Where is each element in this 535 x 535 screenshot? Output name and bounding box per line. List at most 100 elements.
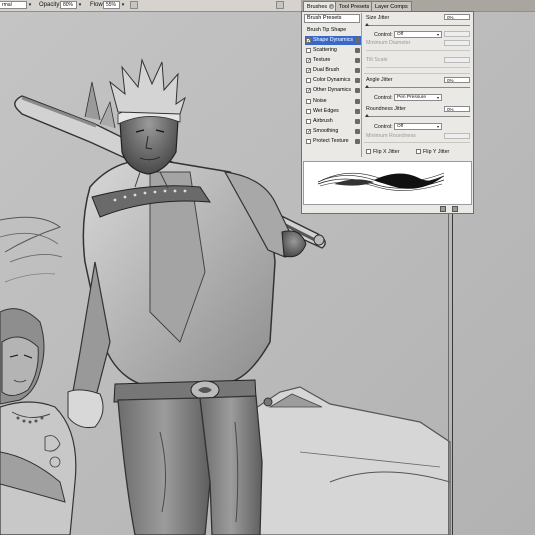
angle-jitter-label: Angle Jitter	[366, 77, 393, 83]
roundness-jitter-slider[interactable]	[366, 116, 470, 117]
trash-icon[interactable]	[452, 206, 458, 212]
lock-icon[interactable]	[355, 109, 360, 114]
option-label: Protect Texture	[313, 138, 349, 144]
angle-jitter-slider[interactable]	[366, 87, 470, 88]
brush-option-list: Brush Presets Brush Tip Shape ✓ Shape Dy…	[303, 13, 362, 157]
chevron-down-icon: ▾	[436, 95, 439, 100]
brush-presets-label: Brush Presets	[307, 15, 342, 21]
new-brush-icon[interactable]	[440, 206, 446, 212]
option-label: Smoothing	[313, 128, 339, 134]
option-protect-texture[interactable]: Protect Texture	[305, 137, 361, 146]
opacity-slider-arrow[interactable]: ▾	[77, 1, 83, 9]
roundness-jitter-slider-knob[interactable]	[365, 114, 369, 117]
size-jitter-label: Size Jitter	[366, 15, 390, 21]
tab-tool-presets[interactable]: Tool Presets	[335, 1, 374, 11]
checkbox-texture[interactable]: ✓	[306, 58, 311, 64]
tab-brushes[interactable]: Brushes x	[303, 1, 339, 11]
brush-tip-shape-item[interactable]: Brush Tip Shape	[305, 26, 361, 35]
flow-slider-arrow[interactable]: ▾	[120, 1, 126, 9]
panel-footer	[302, 205, 473, 213]
option-other-dynamics[interactable]: ✓ Other Dynamics	[305, 86, 361, 95]
divider	[364, 73, 470, 74]
checkbox-noise[interactable]	[306, 99, 311, 104]
tab-layer-comps[interactable]: Layer Comps	[371, 1, 412, 11]
checkbox-smoothing[interactable]: ✓	[306, 129, 311, 135]
option-airbrush[interactable]: Airbrush	[305, 117, 361, 126]
roundness-control-label: Control:	[374, 124, 393, 130]
opacity-field[interactable]: 80%	[60, 1, 77, 9]
size-control-select[interactable]: Off ▾	[394, 31, 442, 38]
checkbox-protect-texture[interactable]	[306, 139, 311, 144]
option-noise[interactable]: Noise	[305, 97, 361, 106]
mode-dropdown-arrow[interactable]: ▾	[27, 1, 33, 9]
flip-y-label: Flip Y Jitter	[423, 149, 450, 155]
airbrush-toggle-icon[interactable]	[130, 1, 138, 9]
chevron-down-icon: ▾	[436, 124, 439, 129]
tab-brushes-label: Brushes	[307, 4, 328, 10]
lock-icon[interactable]	[355, 139, 360, 144]
checkbox-airbrush[interactable]	[306, 119, 311, 124]
flip-y-checkbox[interactable]	[416, 149, 421, 154]
lock-icon[interactable]	[355, 78, 360, 83]
lock-icon[interactable]	[355, 119, 360, 124]
option-texture[interactable]: ✓ Texture	[305, 56, 361, 65]
size-control-label: Control:	[374, 32, 393, 38]
opacity-label: Opacity:	[39, 2, 62, 8]
min-diameter-label: Minimum Diameter	[366, 40, 411, 46]
tab-layer-comps-label: Layer Comps	[375, 4, 408, 10]
brushes-palette-icon[interactable]	[276, 1, 284, 9]
lock-icon[interactable]	[355, 88, 360, 93]
lock-icon[interactable]	[355, 99, 360, 104]
angle-control-value: Pen Pressure	[397, 95, 427, 100]
size-jitter-value: 0%	[447, 15, 454, 20]
flow-field[interactable]: 55%	[103, 1, 120, 9]
size-jitter-slider[interactable]	[366, 25, 470, 26]
flip-x-label: Flip X Jitter	[373, 149, 400, 155]
size-jitter-slider-knob[interactable]	[365, 23, 369, 26]
roundness-control-select[interactable]: Off ▾	[394, 123, 442, 130]
option-color-dynamics[interactable]: Color Dynamics	[305, 76, 361, 85]
lock-icon[interactable]	[355, 38, 360, 43]
flip-x-checkbox[interactable]	[366, 149, 371, 154]
lock-icon[interactable]	[355, 48, 360, 53]
min-roundness-field	[444, 133, 470, 139]
option-label: Other Dynamics	[313, 87, 351, 93]
checkbox-color-dynamics[interactable]	[306, 78, 311, 83]
option-label: Airbrush	[313, 118, 333, 124]
size-jitter-field[interactable]: 0%	[444, 14, 470, 20]
lock-icon[interactable]	[355, 129, 360, 134]
checkbox-shape-dynamics[interactable]: ✓	[306, 38, 311, 44]
option-dual-brush[interactable]: ✓ Dual Brush	[305, 66, 361, 75]
roundness-control-value: Off	[397, 124, 404, 129]
angle-jitter-slider-knob[interactable]	[365, 85, 369, 88]
checkbox-wet-edges[interactable]	[306, 109, 311, 114]
angle-jitter-field[interactable]: 0%	[444, 77, 470, 83]
lock-icon[interactable]	[355, 68, 360, 73]
checkbox-other-dynamics[interactable]: ✓	[306, 88, 311, 94]
option-scattering[interactable]: Scattering	[305, 46, 361, 55]
panel-tab-bar: Brushes x Tool Presets Layer Comps	[301, 0, 535, 11]
size-control-value: Off	[397, 32, 404, 37]
checkbox-dual-brush[interactable]: ✓	[306, 68, 311, 74]
close-icon[interactable]: x	[329, 4, 335, 10]
roundness-jitter-value: 0%	[447, 107, 454, 112]
brush-stroke-preview	[303, 161, 472, 205]
opacity-value: 80%	[63, 2, 74, 8]
brush-presets-button[interactable]: Brush Presets	[304, 14, 360, 23]
roundness-jitter-field[interactable]: 0%	[444, 106, 470, 112]
tilt-scale-slider	[366, 67, 470, 68]
option-label: Dual Brush	[313, 67, 340, 73]
option-label: Wet Edges	[313, 108, 339, 114]
option-wet-edges[interactable]: Wet Edges	[305, 107, 361, 116]
option-smoothing[interactable]: ✓ Smoothing	[305, 127, 361, 136]
document-border	[452, 208, 453, 535]
mode-select[interactable]: rmal	[0, 1, 27, 9]
lock-icon[interactable]	[355, 58, 360, 63]
option-label: Texture	[313, 57, 331, 63]
angle-control-select[interactable]: Pen Pressure ▾	[394, 94, 442, 101]
tilt-scale-label: Tilt Scale	[366, 57, 388, 63]
min-diameter-field	[444, 40, 470, 46]
checkbox-scattering[interactable]	[306, 48, 311, 53]
mode-value: rmal	[2, 2, 12, 8]
option-shape-dynamics[interactable]: ✓ Shape Dynamics	[305, 36, 361, 45]
